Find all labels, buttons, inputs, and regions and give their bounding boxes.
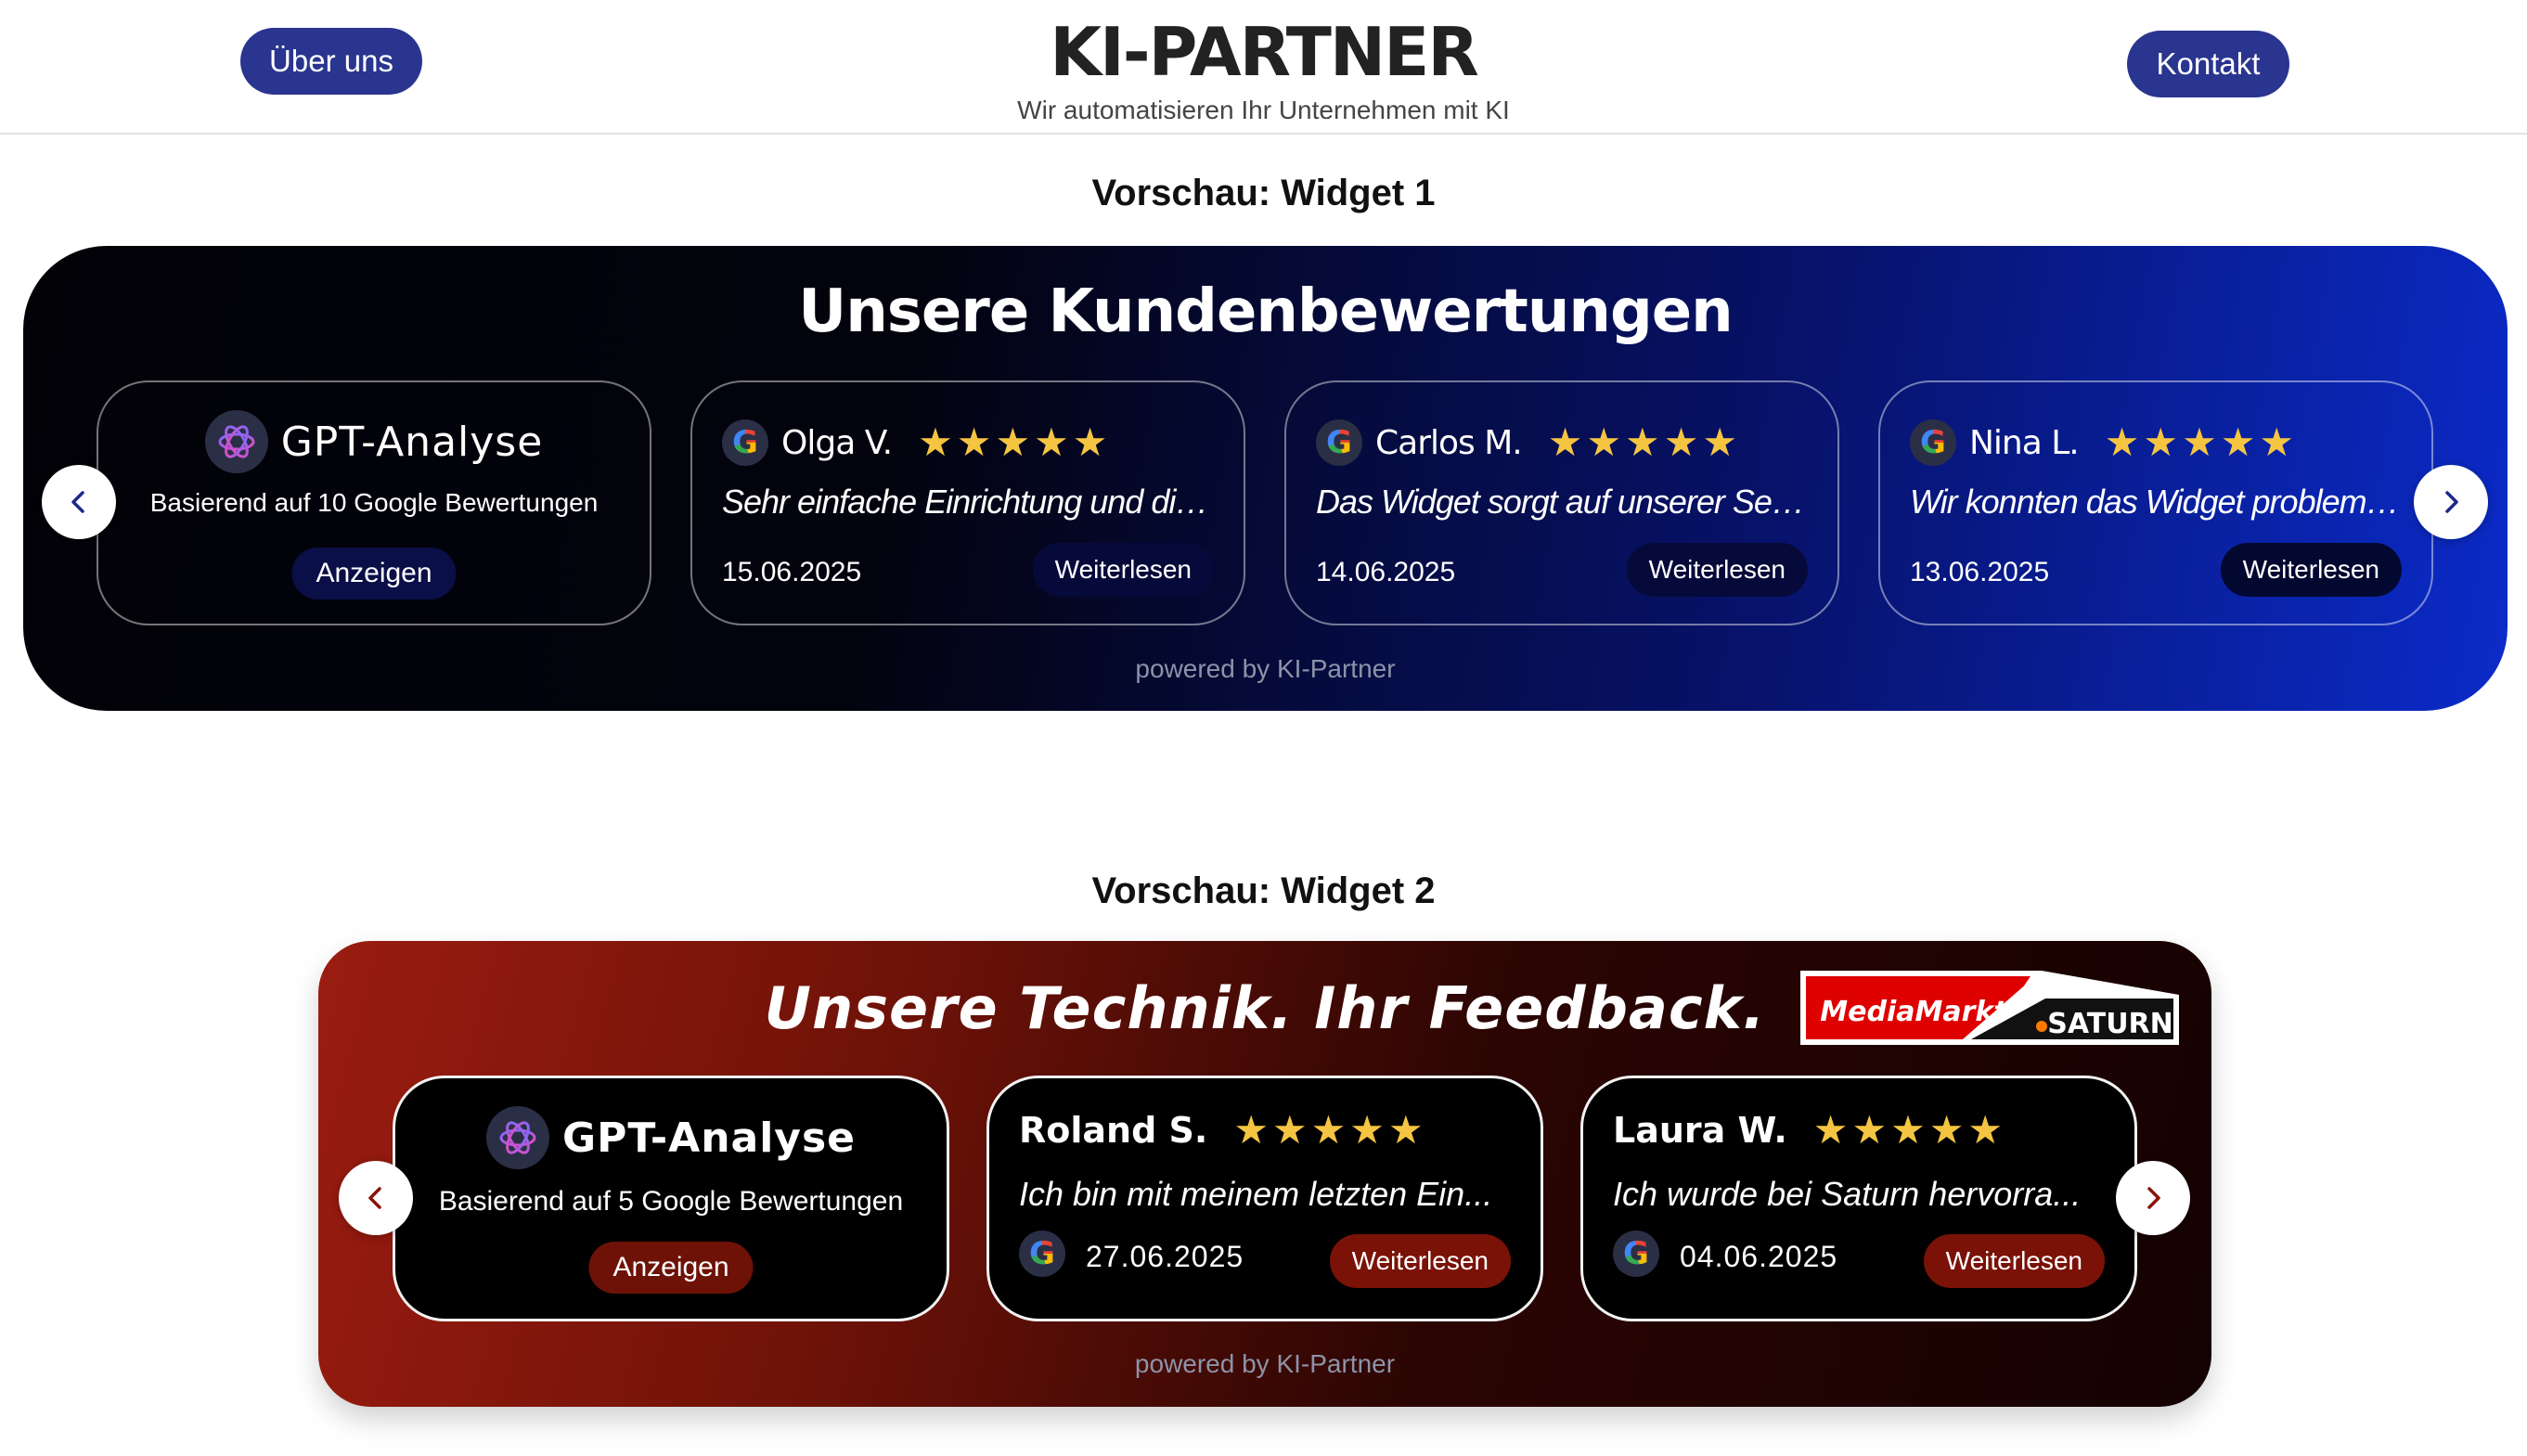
google-icon: G	[1316, 419, 1362, 466]
reviewer-name: Nina L.	[1969, 423, 2080, 462]
reviewer-name: Roland S.	[1019, 1110, 1208, 1151]
gpt-title: GPT-Analyse	[561, 1114, 857, 1162]
star-icon: ★	[1851, 1108, 1888, 1152]
star-rating: ★ ★ ★ ★ ★	[1548, 423, 1737, 462]
star-icon: ★	[1967, 1108, 2004, 1152]
star-icon: ★	[1586, 420, 1622, 464]
show-analysis-button[interactable]: Anzeigen	[588, 1242, 754, 1294]
widget1-container: Unsere Kundenbewertungen GPT-Analyse Bas…	[23, 246, 2508, 711]
mediamarkt-wordmark: MediaMarkt	[1820, 996, 2008, 1028]
review-card: Roland S. ★ ★ ★ ★ ★ Ich bin mit meinem letzt…	[986, 1076, 1543, 1321]
star-icon: ★	[1310, 1108, 1347, 1152]
contact-button[interactable]: Kontakt	[2127, 31, 2289, 97]
gpt-subtitle: Basierend auf 10 Google Bewertungen	[149, 488, 599, 517]
star-icon: ★	[2104, 420, 2140, 464]
review-card: G Carlos M. ★ ★ ★ ★ ★ Das Widget sorgt auf u…	[1284, 380, 1839, 625]
star-icon: ★	[1349, 1108, 1385, 1152]
widget2-container: Unsere Technik. Ihr Feedback. MediaMarkt…	[318, 941, 2211, 1407]
gpt-analysis-card: GPT-Analyse Basierend auf 5 Google Bewer…	[393, 1076, 949, 1321]
reviewer-name: Carlos M.	[1375, 423, 1523, 462]
star-icon: ★	[1233, 1108, 1269, 1152]
star-icon: ★	[995, 420, 1031, 464]
reviewer-name: Olga V.	[781, 423, 893, 462]
gpt-subtitle: Basierend auf 5 Google Bewertungen	[438, 1186, 904, 1217]
widget1-title: Unsere Kundenbewertungen	[798, 277, 1733, 346]
review-date: 27.06.2025	[1086, 1240, 1244, 1273]
star-icon: ★	[918, 420, 953, 464]
star-icon: ★	[1625, 420, 1660, 464]
openai-icon	[485, 1106, 549, 1169]
read-more-button[interactable]: Weiterlesen	[1329, 1234, 1511, 1288]
review-date: 15.06.2025	[722, 557, 862, 587]
prev-button[interactable]	[339, 1161, 413, 1235]
chevron-right-icon	[2147, 1187, 2160, 1209]
chevron-left-icon	[368, 1187, 381, 1209]
star-icon: ★	[956, 420, 992, 464]
mediamarkt-saturn-logo: MediaMarkt SATURN	[1800, 971, 2179, 1045]
star-rating: ★ ★ ★ ★ ★	[1813, 1111, 2003, 1150]
read-more-button[interactable]: Weiterlesen	[1032, 543, 1214, 597]
review-excerpt: Das Widget sorgt auf unserer Seite...	[1316, 483, 1808, 521]
star-icon: ★	[1663, 420, 1699, 464]
powered-by: powered by KI-Partner	[1135, 654, 1396, 683]
chevron-left-icon	[71, 491, 84, 513]
star-icon: ★	[1387, 1108, 1424, 1152]
star-icon: ★	[2259, 420, 2295, 464]
review-date: 04.06.2025	[1680, 1240, 1838, 1273]
star-icon: ★	[1702, 420, 1738, 464]
star-icon: ★	[1547, 420, 1583, 464]
star-icon: ★	[1034, 420, 1069, 464]
widget2-preview-label: Vorschau: Widget 2	[1091, 870, 1436, 911]
gpt-analysis-card: GPT-Analyse Basierend auf 10 Google Bewe…	[97, 380, 651, 625]
read-more-button[interactable]: Weiterlesen	[1626, 543, 1808, 597]
review-card: G Nina L. ★ ★ ★ ★ ★ Wir konnten das Widget p…	[1878, 380, 2433, 625]
google-icon: G	[1613, 1231, 1659, 1277]
star-icon: ★	[2220, 420, 2256, 464]
reviewer-name: Laura W.	[1613, 1110, 1787, 1151]
star-icon: ★	[1890, 1108, 1926, 1152]
site-tagline: Wir automatisieren Ihr Unternehmen mit K…	[1017, 96, 1510, 124]
read-more-button[interactable]: Weiterlesen	[1923, 1234, 2105, 1288]
site-header: Über uns KI-PARTNER Wir automatisieren I…	[0, 0, 2527, 135]
review-card: Laura W. ★ ★ ★ ★ ★ Ich wurde bei Saturn herv…	[1580, 1076, 2137, 1321]
star-rating: ★ ★ ★ ★ ★	[1233, 1111, 1423, 1150]
chevron-right-icon	[2445, 491, 2458, 513]
widget1-preview-label: Vorschau: Widget 1	[1091, 173, 1436, 213]
star-icon: ★	[1271, 1108, 1308, 1152]
saturn-wordmark: SATURN	[2047, 1008, 2173, 1040]
star-icon: ★	[1812, 1108, 1849, 1152]
review-date: 14.06.2025	[1316, 557, 1456, 587]
review-excerpt: Wir konnten das Widget problemlo...	[1910, 483, 2402, 521]
star-icon: ★	[1928, 1108, 1965, 1152]
review-excerpt: Ich wurde bei Saturn hervorra...	[1613, 1175, 2082, 1213]
review-excerpt: Ich bin mit meinem letzten Ein...	[1019, 1175, 1493, 1213]
google-icon: G	[1910, 419, 1956, 466]
review-excerpt: Sehr einfache Einrichtung und die ...	[722, 483, 1214, 521]
openai-icon	[204, 410, 268, 473]
review-date: 13.06.2025	[1910, 557, 2050, 587]
prev-button[interactable]	[42, 465, 116, 539]
show-analysis-button[interactable]: Anzeigen	[291, 548, 457, 599]
powered-by: powered by KI-Partner	[1134, 1349, 1396, 1378]
next-button[interactable]	[2116, 1161, 2190, 1235]
gpt-title: GPT-Analyse	[280, 418, 544, 466]
next-button[interactable]	[2414, 465, 2488, 539]
star-rating: ★ ★ ★ ★ ★	[2105, 423, 2294, 462]
star-icon: ★	[2182, 420, 2217, 464]
read-more-button[interactable]: Weiterlesen	[2220, 543, 2402, 597]
star-rating: ★ ★ ★ ★ ★	[918, 423, 1107, 462]
google-icon: G	[1019, 1231, 1065, 1277]
google-icon: G	[722, 419, 768, 466]
star-icon: ★	[2143, 420, 2179, 464]
star-icon: ★	[1072, 420, 1108, 464]
review-card: G Olga V. ★ ★ ★ ★ ★ Sehr einfache Einrichtun…	[690, 380, 1245, 625]
